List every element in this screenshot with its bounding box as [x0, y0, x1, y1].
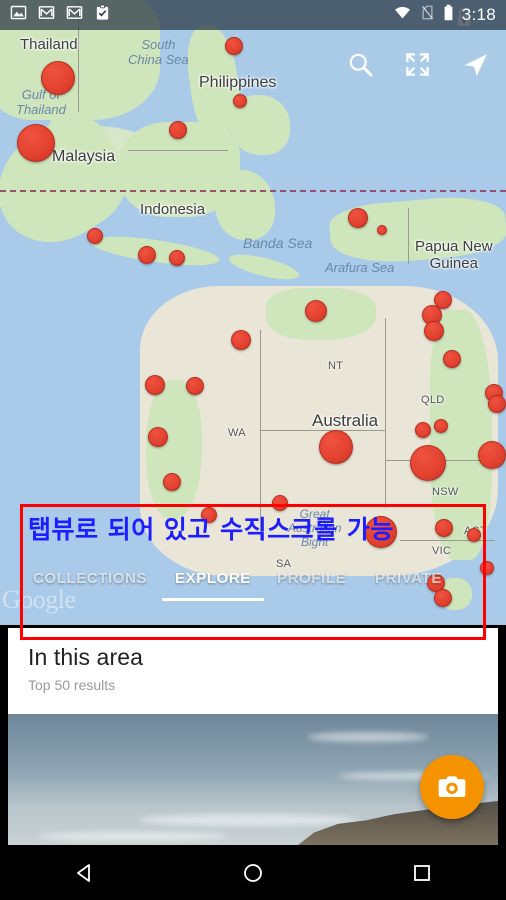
sim-missing-icon: [420, 4, 435, 26]
sheet-header: In this area Top 50 results: [8, 628, 498, 705]
map-landmass-sulawesi: [215, 170, 275, 240]
map-sea-label: Arafura Sea: [325, 260, 395, 275]
battery-icon: [443, 4, 454, 26]
map-cluster-marker[interactable]: [169, 121, 187, 139]
tab-profile[interactable]: PROFILE: [277, 562, 346, 596]
phone-screen: South China SeaGulf of ThailandBanda Sea…: [0, 0, 506, 900]
map-country-label: Indonesia: [140, 201, 206, 218]
clipboard-check-icon: [94, 4, 111, 26]
tab-selected-indicator: [162, 598, 264, 601]
map-cluster-marker[interactable]: [443, 350, 461, 368]
page-title: In this area: [28, 644, 143, 670]
map-cluster-marker[interactable]: [169, 250, 185, 266]
map-country-label: Papua New Guinea: [415, 238, 493, 273]
map-border-nsw-vic: [400, 540, 495, 541]
map-cluster-marker[interactable]: [377, 225, 387, 235]
status-bar: 3:18: [0, 0, 506, 30]
map-border-borneo: [128, 150, 228, 151]
map-cluster-marker[interactable]: [138, 246, 156, 264]
map-country-label: Australia: [312, 411, 379, 430]
map-border-wa: [260, 330, 261, 540]
map-cluster-marker[interactable]: [87, 228, 103, 244]
gmail-icon: [38, 4, 55, 26]
camera-fab-button[interactable]: [420, 755, 484, 819]
map-state-label: NT: [328, 360, 344, 372]
back-triangle-icon[interactable]: [54, 853, 114, 893]
map-sea-label: Great Australian Bight: [288, 507, 342, 549]
gmail-icon: [66, 4, 83, 26]
map-cluster-marker[interactable]: [148, 427, 168, 447]
map-equator-line: [0, 190, 506, 192]
tab-explore[interactable]: EXPLORE: [175, 562, 251, 596]
wifi-icon: [393, 4, 412, 26]
map-cluster-marker[interactable]: [272, 495, 288, 511]
home-circle-icon[interactable]: [223, 853, 283, 893]
map-cluster-marker[interactable]: [434, 419, 448, 433]
map-cluster-marker[interactable]: [424, 321, 444, 341]
map-cluster-marker[interactable]: [415, 422, 431, 438]
status-bar-system-icons: 3:18: [393, 4, 496, 26]
navigation-arrow-icon[interactable]: [461, 50, 490, 79]
cloud-decoration: [308, 732, 428, 742]
android-navigation-bar: [0, 845, 506, 900]
map-cluster-marker[interactable]: [365, 516, 397, 548]
menu-icon[interactable]: [16, 51, 50, 77]
map-cluster-marker[interactable]: [319, 430, 353, 464]
map-cluster-marker[interactable]: [348, 208, 368, 228]
map-cluster-marker[interactable]: [145, 375, 165, 395]
map-landmass-australia-southwest: [146, 380, 202, 520]
tab-collections[interactable]: COLLECTIONS: [33, 562, 147, 596]
map-cluster-marker[interactable]: [435, 519, 453, 537]
map-cluster-marker[interactable]: [467, 528, 481, 542]
fullscreen-icon[interactable]: [404, 51, 431, 78]
map-state-label: VIC: [432, 545, 452, 557]
map-cluster-marker[interactable]: [163, 473, 181, 491]
photo-icon: [10, 4, 27, 26]
recents-square-icon[interactable]: [392, 853, 452, 893]
tab-private[interactable]: PRIVATE: [375, 562, 442, 596]
map-cluster-marker[interactable]: [410, 445, 446, 481]
map-cluster-marker[interactable]: [231, 330, 251, 350]
map-sea-label: Banda Sea: [243, 235, 313, 251]
map-landmass-timor: [226, 249, 302, 285]
app-bar-actions: [347, 50, 490, 79]
map-cluster-marker[interactable]: [488, 395, 506, 413]
map-state-label: NSW: [432, 486, 459, 498]
map-cluster-marker[interactable]: [305, 300, 327, 322]
app-bar: [0, 30, 506, 98]
search-icon[interactable]: [347, 51, 374, 78]
map-cluster-marker[interactable]: [201, 507, 217, 523]
map-cluster-marker[interactable]: [186, 377, 204, 395]
cloud-decoration: [138, 814, 358, 826]
results-count-label: Top 50 results: [28, 677, 116, 693]
tab-bar: COLLECTIONS EXPLORE PROFILE PRIVATE: [0, 562, 506, 612]
explore-results-sheet[interactable]: In this area Top 50 results: [8, 628, 498, 845]
map-border-nt-qld: [385, 318, 386, 508]
map-cluster-marker[interactable]: [478, 441, 506, 469]
camera-icon: [438, 776, 466, 797]
map-country-label: Malaysia: [52, 148, 116, 165]
map-cluster-marker[interactable]: [17, 124, 55, 162]
status-bar-notifications: [10, 4, 111, 26]
map-state-label: QLD: [421, 394, 445, 406]
map-border-png: [408, 208, 409, 264]
status-bar-clock: 3:18: [461, 5, 496, 24]
cloud-decoration: [38, 832, 228, 841]
map-state-label: WA: [228, 427, 246, 439]
